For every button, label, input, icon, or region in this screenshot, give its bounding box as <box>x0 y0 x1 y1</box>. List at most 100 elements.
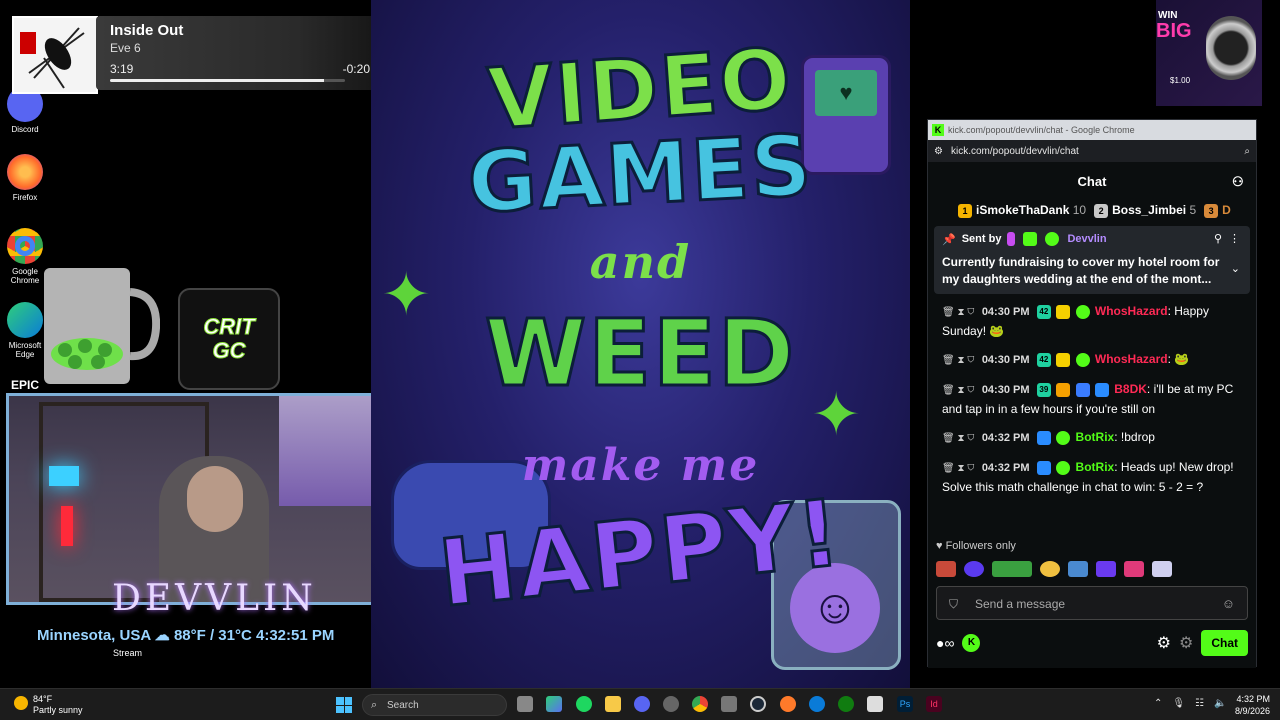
message-user[interactable]: BotRix <box>1076 430 1115 444</box>
gear-icon[interactable]: ⚙ <box>1157 633 1171 653</box>
mod-tools-icon[interactable]: 🗑 ⧗ ⛉ <box>942 433 974 444</box>
kick-logo-icon: K <box>932 124 944 136</box>
gifter-count: 5 <box>1189 202 1197 217</box>
indesign-icon[interactable]: Id <box>926 696 942 712</box>
message-user[interactable]: WhosHazard <box>1095 304 1168 318</box>
file-explorer-icon[interactable] <box>605 696 621 712</box>
gifter-item[interactable]: 2 Boss_Jimbei 5 <box>1094 203 1196 218</box>
pinned-text: Currently fundraising to cover my hotel … <box>942 255 1220 286</box>
chat-message[interactable]: 🗑 ⧗ ⛉ 04:30 PM 42 WhosHazard: 🐸 <box>942 350 1248 370</box>
emote-icon[interactable] <box>1124 561 1144 577</box>
steam-icon[interactable] <box>750 696 766 712</box>
sticker-icon <box>20 32 36 54</box>
more-options-icon[interactable]: ⋮ <box>1229 232 1240 245</box>
mod-tools-icon[interactable]: 🗑 ⧗ ⛉ <box>942 463 974 474</box>
pinned-user[interactable]: Devvlin <box>1067 233 1106 245</box>
message-user[interactable]: WhosHazard <box>1095 352 1168 366</box>
crit-gc-logo: CRIT GC <box>178 288 280 390</box>
window <box>279 396 377 506</box>
window-title: kick.com/popout/devvlin/chat - Google Ch… <box>948 125 1135 135</box>
zoom-icon[interactable]: ⌕ <box>1244 146 1250 157</box>
window-titlebar[interactable]: K kick.com/popout/devvlin/chat - Google … <box>928 120 1256 140</box>
message-input-placeholder: Send a message <box>975 597 1066 611</box>
gifter-count: 10 <box>1072 202 1087 217</box>
mic-icon[interactable]: 🎙 <box>1172 698 1185 709</box>
desktop-icon-label: Discord <box>11 125 39 134</box>
emote-icon[interactable] <box>1040 561 1060 577</box>
unpin-icon[interactable]: ⚲ <box>1214 232 1222 245</box>
mod-tools-icon[interactable]: 🗑 ⧗ ⛉ <box>942 355 974 366</box>
media-panel: Inside Out Eve 6 3:19 -0:20 <box>96 16 384 90</box>
media-title: Inside Out <box>110 22 184 39</box>
media-progress-bar[interactable] <box>110 79 345 82</box>
rank-badge: 2 <box>1094 203 1109 218</box>
media-remaining: -0:20 <box>342 62 370 76</box>
emoji-picker-icon[interactable]: ☺ <box>1222 596 1235 611</box>
start-button-icon[interactable] <box>336 697 352 713</box>
pin-icon: 📌 <box>942 233 956 246</box>
users-icon[interactable]: ⚇ <box>1232 174 1246 189</box>
clock[interactable]: 4:32 PM 8/9/2026 <box>1235 693 1270 717</box>
crown-badge-icon <box>1056 382 1071 397</box>
emote-icon[interactable] <box>1152 561 1172 577</box>
wifi-icon[interactable]: ☷ <box>1195 698 1204 709</box>
edge-taskbar-icon[interactable] <box>809 696 825 712</box>
webcam-feed <box>6 393 380 605</box>
bot-settings-icon[interactable]: ⚙ <box>1179 633 1193 653</box>
chrome-popup-window: K kick.com/popout/devvlin/chat - Google … <box>927 119 1257 668</box>
verified-badge-icon <box>1056 460 1071 475</box>
emote-icon[interactable] <box>1068 561 1088 577</box>
desktop: Discord Firefox Google Chrome Microsoft … <box>0 0 1280 688</box>
emote-icon[interactable] <box>1096 561 1116 577</box>
taskbar-weather[interactable]: 84°F Partly sunny <box>14 694 83 716</box>
message-user[interactable]: B8DK <box>1114 382 1147 396</box>
spotify-icon[interactable] <box>576 696 592 712</box>
chat-message[interactable]: 🗑 ⧗ ⛉ 04:32 PM BotRix: Heads up! New dro… <box>942 458 1248 496</box>
site-info-icon[interactable]: ⚙ <box>934 146 943 157</box>
xbox-icon[interactable] <box>838 696 854 712</box>
photoshop-icon[interactable]: Ps <box>897 696 913 712</box>
verified-badge-icon <box>1056 430 1071 445</box>
chat-message[interactable]: 🗑 ⧗ ⛉ 04:30 PM 42 WhosHazard: Happy Sund… <box>942 302 1248 340</box>
chevron-down-icon[interactable]: ⌄ <box>1231 262 1240 275</box>
gifter-item[interactable]: 3D <box>1204 203 1231 218</box>
kick-k-icon[interactable]: K <box>962 634 981 652</box>
chevron-up-icon[interactable]: ⌃ <box>1154 698 1162 709</box>
album-art <box>12 16 98 94</box>
gifter-item[interactable]: 1 iSmokeThaDank 10 <box>958 203 1086 218</box>
message-input[interactable]: ⛉ Send a message ☺ <box>936 586 1248 620</box>
kick-chat: Chat ⚇ 1 iSmokeThaDank 10 2 Boss_Jimbei 5 … <box>928 162 1256 668</box>
url-bar[interactable]: ⚙ kick.com/popout/devvlin/chat ⌕ <box>928 140 1256 162</box>
message-time: 04:32 PM <box>981 432 1030 444</box>
verified-badge-icon <box>1075 352 1090 367</box>
chat-messages: 🗑 ⧗ ⛉ 04:30 PM 42 WhosHazard: Happy Sund… <box>928 294 1256 496</box>
store-icon[interactable] <box>721 696 737 712</box>
mod-tools-icon[interactable]: 🗑 ⧗ ⛉ <box>942 307 974 318</box>
discord-taskbar-icon[interactable] <box>634 696 650 712</box>
emote-icon[interactable] <box>936 561 956 577</box>
taskbar-search[interactable]: ⌕ Search <box>362 694 507 716</box>
mod-tools-icon[interactable]: 🗑 ⧗ ⛉ <box>942 385 974 396</box>
rank-badge: 1 <box>958 203 972 218</box>
copilot-icon[interactable] <box>546 696 562 712</box>
chrome-taskbar-icon[interactable] <box>692 696 708 712</box>
emote-icon[interactable] <box>964 561 984 577</box>
pinned-message[interactable]: 📌 Sent by Devvlin Currently fundraising … <box>934 226 1250 294</box>
task-view-icon[interactable] <box>517 696 533 712</box>
obs-icon[interactable] <box>663 696 679 712</box>
chat-message[interactable]: 🗑 ⧗ ⛉ 04:30 PM 39 B8DK: i'll be at my PC… <box>942 380 1248 418</box>
ad-banner[interactable]: WIN BIG $1.00 <box>1156 0 1262 106</box>
pinned-sent-by: Sent by <box>961 233 1002 245</box>
desktop-icon-firefox[interactable]: Firefox <box>3 154 47 202</box>
chat-message[interactable]: 🗑 ⧗ ⛉ 04:32 PM BotRix: !bdrop <box>942 428 1248 448</box>
app-icon[interactable] <box>867 696 883 712</box>
points-icon[interactable]: ●∞ <box>936 635 954 651</box>
firefox-taskbar-icon[interactable] <box>780 696 796 712</box>
search-label: Search <box>387 700 419 711</box>
send-chat-button[interactable]: Chat <box>1201 630 1248 656</box>
streamer-name-overlay: DEVVLIN <box>112 578 317 619</box>
desktop-icon-label: Firefox <box>12 193 38 202</box>
emote-icon[interactable] <box>992 561 1032 577</box>
volume-icon[interactable]: 🔈 <box>1214 698 1226 709</box>
message-user[interactable]: BotRix <box>1076 460 1115 474</box>
